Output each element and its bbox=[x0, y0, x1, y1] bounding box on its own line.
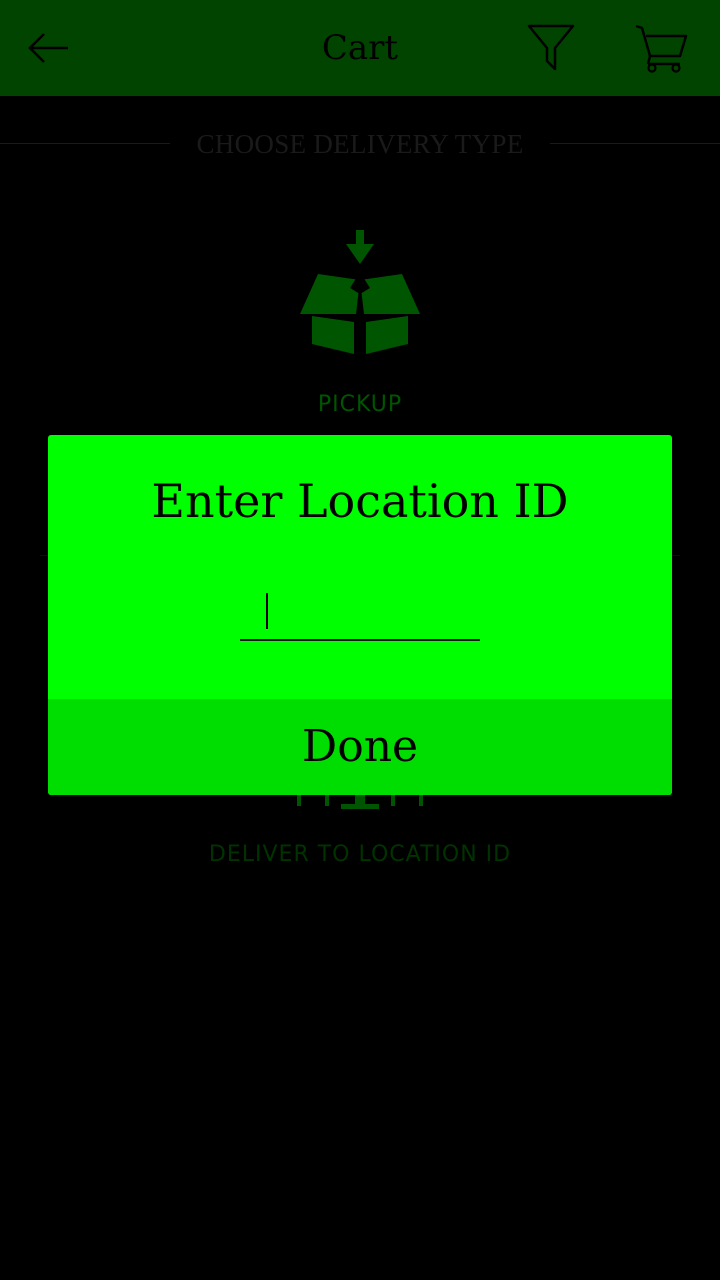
filter-icon bbox=[527, 24, 575, 71]
location-id-input[interactable] bbox=[240, 585, 480, 641]
dialog-title: Enter Location ID bbox=[151, 474, 569, 528]
open-box-icon bbox=[300, 230, 420, 354]
deliver-label: DELIVER TO LOCATION ID bbox=[208, 842, 512, 867]
text-caret bbox=[266, 593, 268, 629]
cart-icon bbox=[635, 24, 688, 73]
cart-button[interactable] bbox=[630, 18, 690, 78]
pickup-option[interactable]: PICKUP bbox=[60, 220, 660, 430]
done-button[interactable]: Done bbox=[48, 699, 672, 795]
location-id-dialog: Enter Location ID Done bbox=[48, 435, 672, 795]
filter-button[interactable] bbox=[522, 18, 580, 76]
section-title: CHOOSE DELIVERY TYPE bbox=[196, 129, 524, 159]
section-rule-left bbox=[0, 143, 170, 144]
back-button[interactable] bbox=[20, 20, 76, 76]
top-app-bar: Cart bbox=[0, 0, 720, 96]
app-screen: Cart CHOOSE DELIVERY TYPE PICKUP DELIVER… bbox=[0, 0, 720, 1280]
page-title: Cart bbox=[321, 28, 399, 68]
pickup-label: PICKUP bbox=[317, 392, 403, 417]
section-rule-right bbox=[550, 143, 720, 144]
arrow-left-icon bbox=[28, 33, 68, 63]
